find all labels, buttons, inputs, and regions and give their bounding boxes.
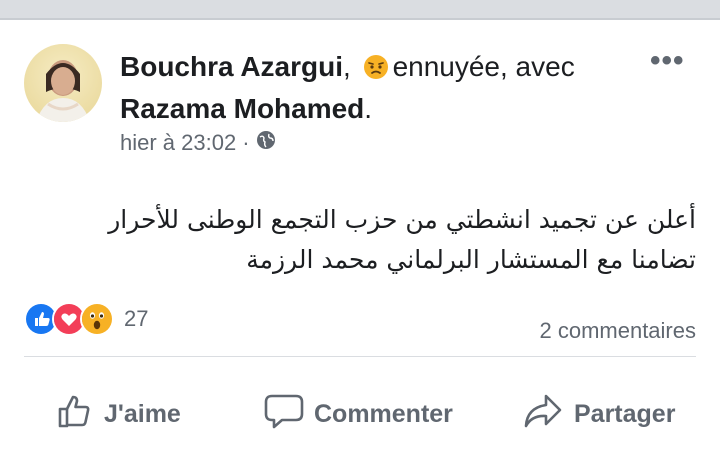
- period: .: [364, 93, 373, 124]
- avatar[interactable]: [24, 44, 102, 122]
- speech-bubble-icon: [264, 392, 304, 437]
- like-button[interactable]: J'aime: [56, 392, 181, 437]
- comments-count[interactable]: 2 commentaires: [539, 318, 696, 344]
- wow-reaction-icon: [80, 302, 114, 336]
- timestamp[interactable]: hier à 23:02: [120, 130, 236, 156]
- comment-button[interactable]: Commenter: [264, 392, 453, 437]
- globe-icon: [256, 130, 276, 156]
- post-card: Bouchra Azargui, ennuyée, avec Razama Mo…: [0, 18, 720, 449]
- reactions-summary[interactable]: 27: [24, 302, 148, 336]
- post-body: أعلن عن تجميد انشطتي من حزب التجمع الوطن…: [36, 200, 696, 280]
- divider: [24, 356, 696, 357]
- like-label: J'aime: [104, 400, 181, 428]
- post-header: Bouchra Azargui, ennuyée, avec Razama Mo…: [120, 48, 660, 128]
- post-text-line-2: تضامنا مع المستشار البرلماني محمد الرزمة: [246, 245, 696, 274]
- share-button[interactable]: Partager: [522, 392, 675, 437]
- author-name[interactable]: Bouchra Azargui: [120, 51, 343, 82]
- annoyed-face-icon: [363, 52, 389, 90]
- feeling-text: ennuyée, avec: [392, 51, 575, 82]
- thumbs-up-icon: [56, 392, 94, 437]
- share-label: Partager: [574, 400, 676, 428]
- comma: ,: [343, 51, 351, 82]
- tagged-name[interactable]: Razama Mohamed: [120, 93, 364, 124]
- post-text-line-1: أعلن عن تجميد انشطتي من حزب التجمع الوطن…: [108, 205, 696, 234]
- post-meta: hier à 23:02 ·: [120, 130, 276, 156]
- comment-label: Commenter: [314, 400, 453, 428]
- share-arrow-icon: [522, 392, 564, 437]
- more-options-icon[interactable]: •••: [650, 44, 685, 78]
- reaction-count[interactable]: 27: [124, 306, 148, 332]
- meta-separator: ·: [242, 130, 250, 155]
- action-bar: J'aime Commenter Partager: [0, 392, 720, 448]
